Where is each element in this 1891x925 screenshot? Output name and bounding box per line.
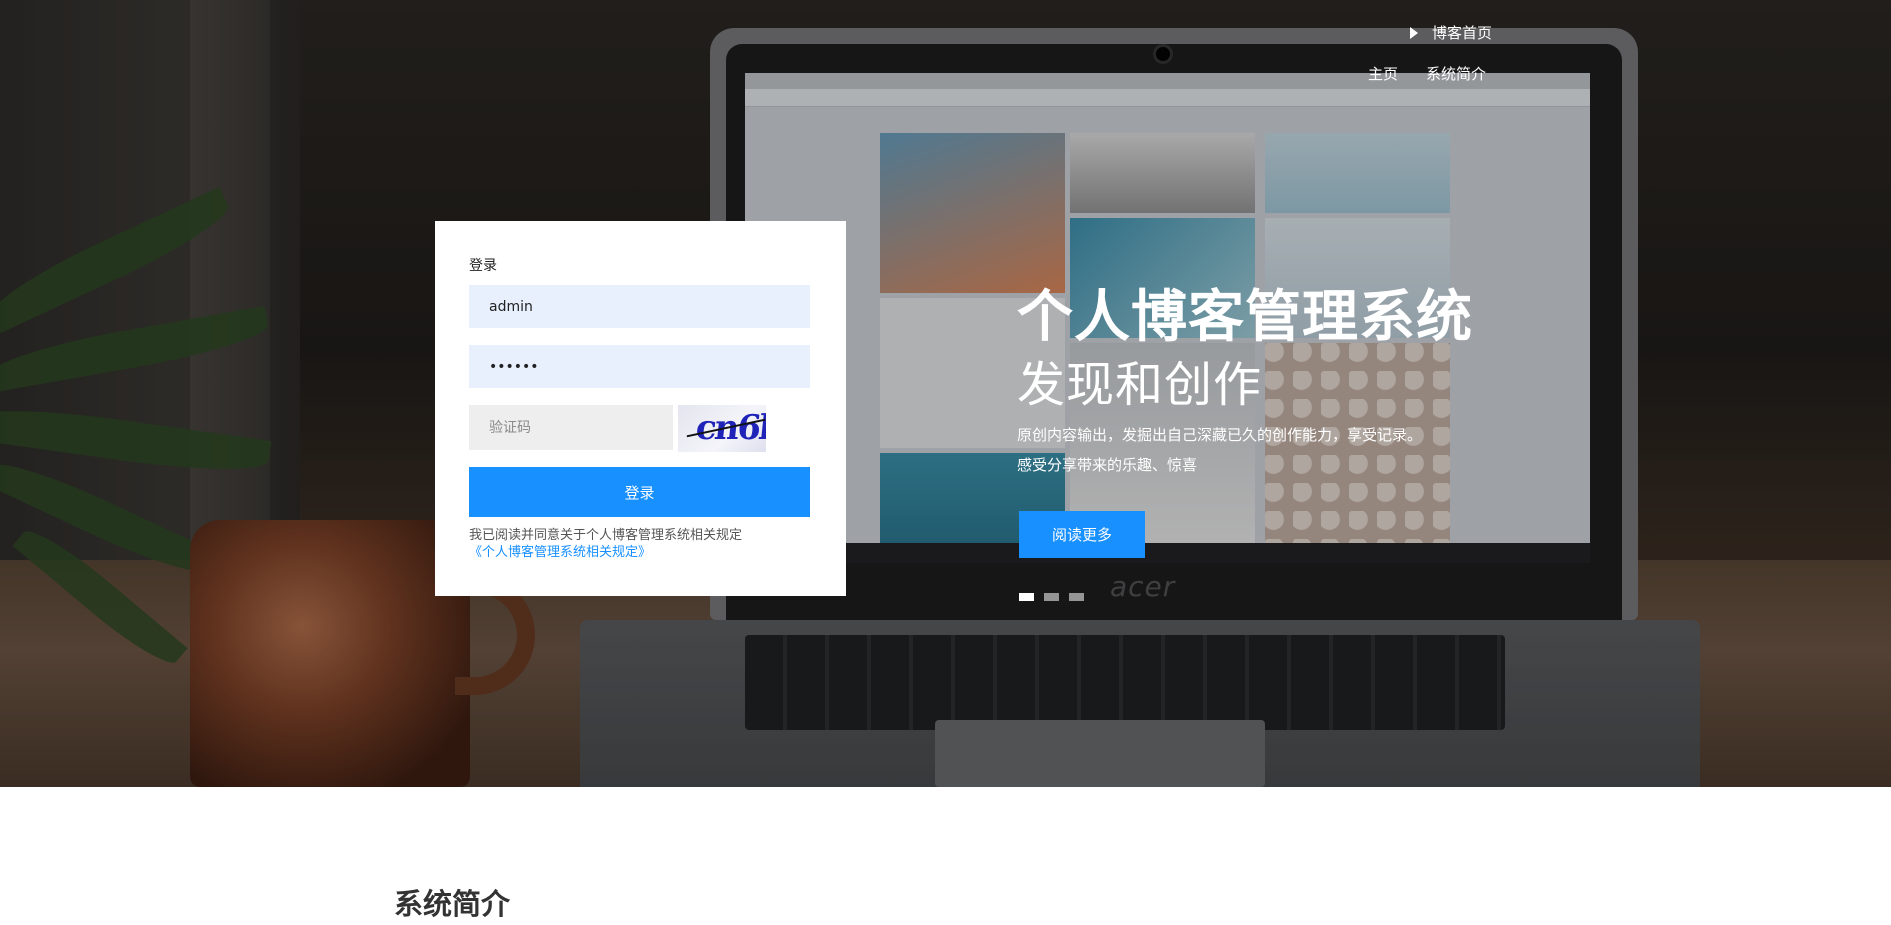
main-nav: 主页 系统简介: [1368, 63, 1486, 84]
login-card: 登录 cn6b 登录 我已阅读并同意关于个人博客管理系统相关规定 《个人博客管理…: [435, 221, 846, 596]
agreement-text: 我已阅读并同意关于个人博客管理系统相关规定 《个人博客管理系统相关规定》: [469, 527, 811, 561]
carousel-dot-2[interactable]: [1044, 593, 1059, 601]
agreement-link[interactable]: 《个人博客管理系统相关规定》: [469, 544, 811, 561]
captcha-input[interactable]: [469, 405, 673, 450]
caret-right-icon: [1410, 26, 1418, 39]
hero-subtitle: 发现和创作: [1017, 357, 1263, 413]
login-submit-button[interactable]: 登录: [469, 467, 810, 517]
nav-item-intro[interactable]: 系统简介: [1426, 63, 1486, 84]
captcha-row: cn6b: [469, 405, 811, 452]
hero-description: 原创内容输出，发掘出自己深藏已久的创作能力，享受记录。 感受分享带来的乐趣、惊喜: [1017, 420, 1422, 480]
username-input[interactable]: [469, 285, 810, 328]
blog-home-label: 博客首页: [1432, 24, 1493, 42]
hero-description-line: 原创内容输出，发掘出自己深藏已久的创作能力，享受记录。: [1017, 426, 1423, 444]
read-more-button[interactable]: 阅读更多: [1019, 511, 1145, 558]
section-title-intro: 系统简介: [394, 887, 511, 921]
carousel-dot-3[interactable]: [1069, 593, 1084, 601]
captcha-image[interactable]: cn6b: [678, 405, 766, 452]
carousel-indicators: [1019, 593, 1084, 601]
nav-item-home[interactable]: 主页: [1368, 63, 1398, 84]
hero-background: acer: [0, 0, 1891, 787]
agreement-label: 我已阅读并同意关于个人博客管理系统相关规定: [469, 528, 743, 543]
login-title: 登录: [469, 258, 497, 274]
blog-home-link[interactable]: 博客首页: [1410, 22, 1492, 43]
password-input[interactable]: [469, 345, 810, 388]
carousel-dot-1[interactable]: [1019, 593, 1034, 601]
hero-title: 个人博客管理系统: [1017, 285, 1473, 350]
hero-dim-overlay: [0, 0, 1891, 787]
hero-description-line: 感受分享带来的乐趣、惊喜: [1017, 456, 1198, 474]
